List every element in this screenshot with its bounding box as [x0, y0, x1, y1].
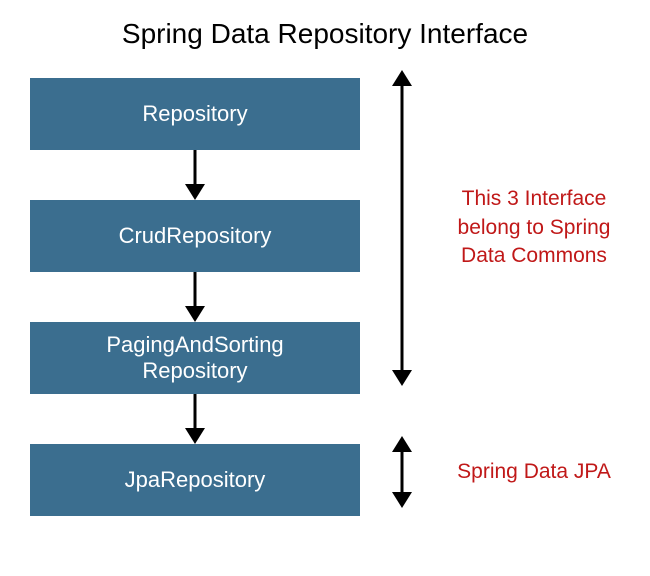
annotation-commons: This 3 Interface belong to Spring Data C…	[390, 70, 634, 386]
box-crud-repository: CrudRepository	[30, 200, 360, 272]
double-arrow-icon	[390, 70, 414, 386]
box-paging-sorting-repository: PagingAndSorting Repository	[30, 322, 360, 394]
annotation-jpa: Spring Data JPA	[390, 436, 634, 508]
diagram-title: Spring Data Repository Interface	[0, 0, 650, 50]
annotation-commons-text: This 3 Interface belong to Spring Data C…	[434, 185, 634, 270]
arrow-down-icon	[30, 272, 360, 322]
arrow-down-icon	[30, 394, 360, 444]
arrow-down-icon	[30, 150, 360, 200]
annotation-jpa-text: Spring Data JPA	[434, 458, 634, 486]
double-arrow-icon	[390, 436, 414, 508]
box-jpa-repository: JpaRepository	[30, 444, 360, 516]
box-repository: Repository	[30, 78, 360, 150]
